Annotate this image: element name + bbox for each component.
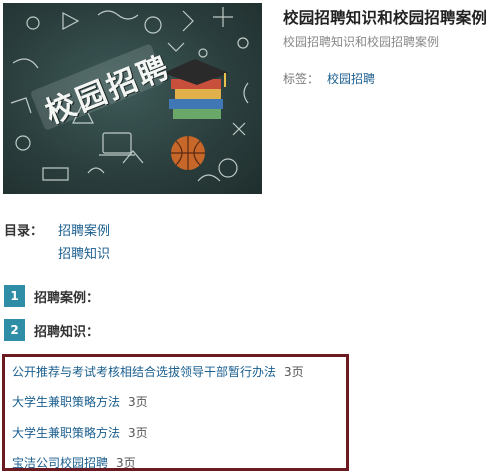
toc-item-cases[interactable]: 招聘案例 — [58, 220, 110, 239]
document-link[interactable]: 宝洁公司校园招聘 — [12, 456, 108, 470]
list-item: 大学生兼职策略方法 3页 — [12, 393, 148, 410]
toc-item-knowledge[interactable]: 招聘知识 — [58, 243, 110, 262]
section-number-badge: 2 — [4, 319, 25, 341]
page-subtitle: 校园招聘知识和校园招聘案例 — [283, 35, 440, 49]
section-header: 1 招聘案例： — [4, 284, 99, 308]
document-link[interactable]: 大学生兼职策略方法 — [12, 395, 120, 409]
document-list-box: 公开推荐与考试考核相结合选拔领导干部暂行办法 3页 大学生兼职策略方法 3页 大学生… — [2, 354, 349, 471]
page-count: 3页 — [284, 365, 304, 379]
section-title: 招聘案例： — [34, 290, 100, 306]
tag-link[interactable]: 校园招聘 — [327, 72, 375, 86]
section-header: 2 招聘知识： — [4, 318, 99, 342]
page-count: 3页 — [128, 395, 148, 409]
section-title: 招聘知识： — [34, 324, 100, 340]
list-item: 宝洁公司校园招聘 3页 — [12, 454, 136, 471]
toc-label: 目录： — [4, 224, 44, 239]
tag-row: 标签： 校园招聘 — [283, 70, 375, 87]
cover-image: 校园招聘 — [3, 3, 262, 194]
list-item: 大学生兼职策略方法 3页 — [12, 424, 148, 441]
tag-label: 标签： — [283, 72, 320, 86]
page-count: 3页 — [128, 426, 148, 440]
list-item: 公开推荐与考试考核相结合选拔领导干部暂行办法 3页 — [12, 363, 304, 380]
section-number-badge: 1 — [4, 285, 25, 307]
page-title: 校园招聘知识和校园招聘案例 — [283, 9, 488, 27]
document-link[interactable]: 大学生兼职策略方法 — [12, 426, 120, 440]
page-count: 3页 — [116, 456, 136, 470]
document-link[interactable]: 公开推荐与考试考核相结合选拔领导干部暂行办法 — [12, 365, 276, 379]
